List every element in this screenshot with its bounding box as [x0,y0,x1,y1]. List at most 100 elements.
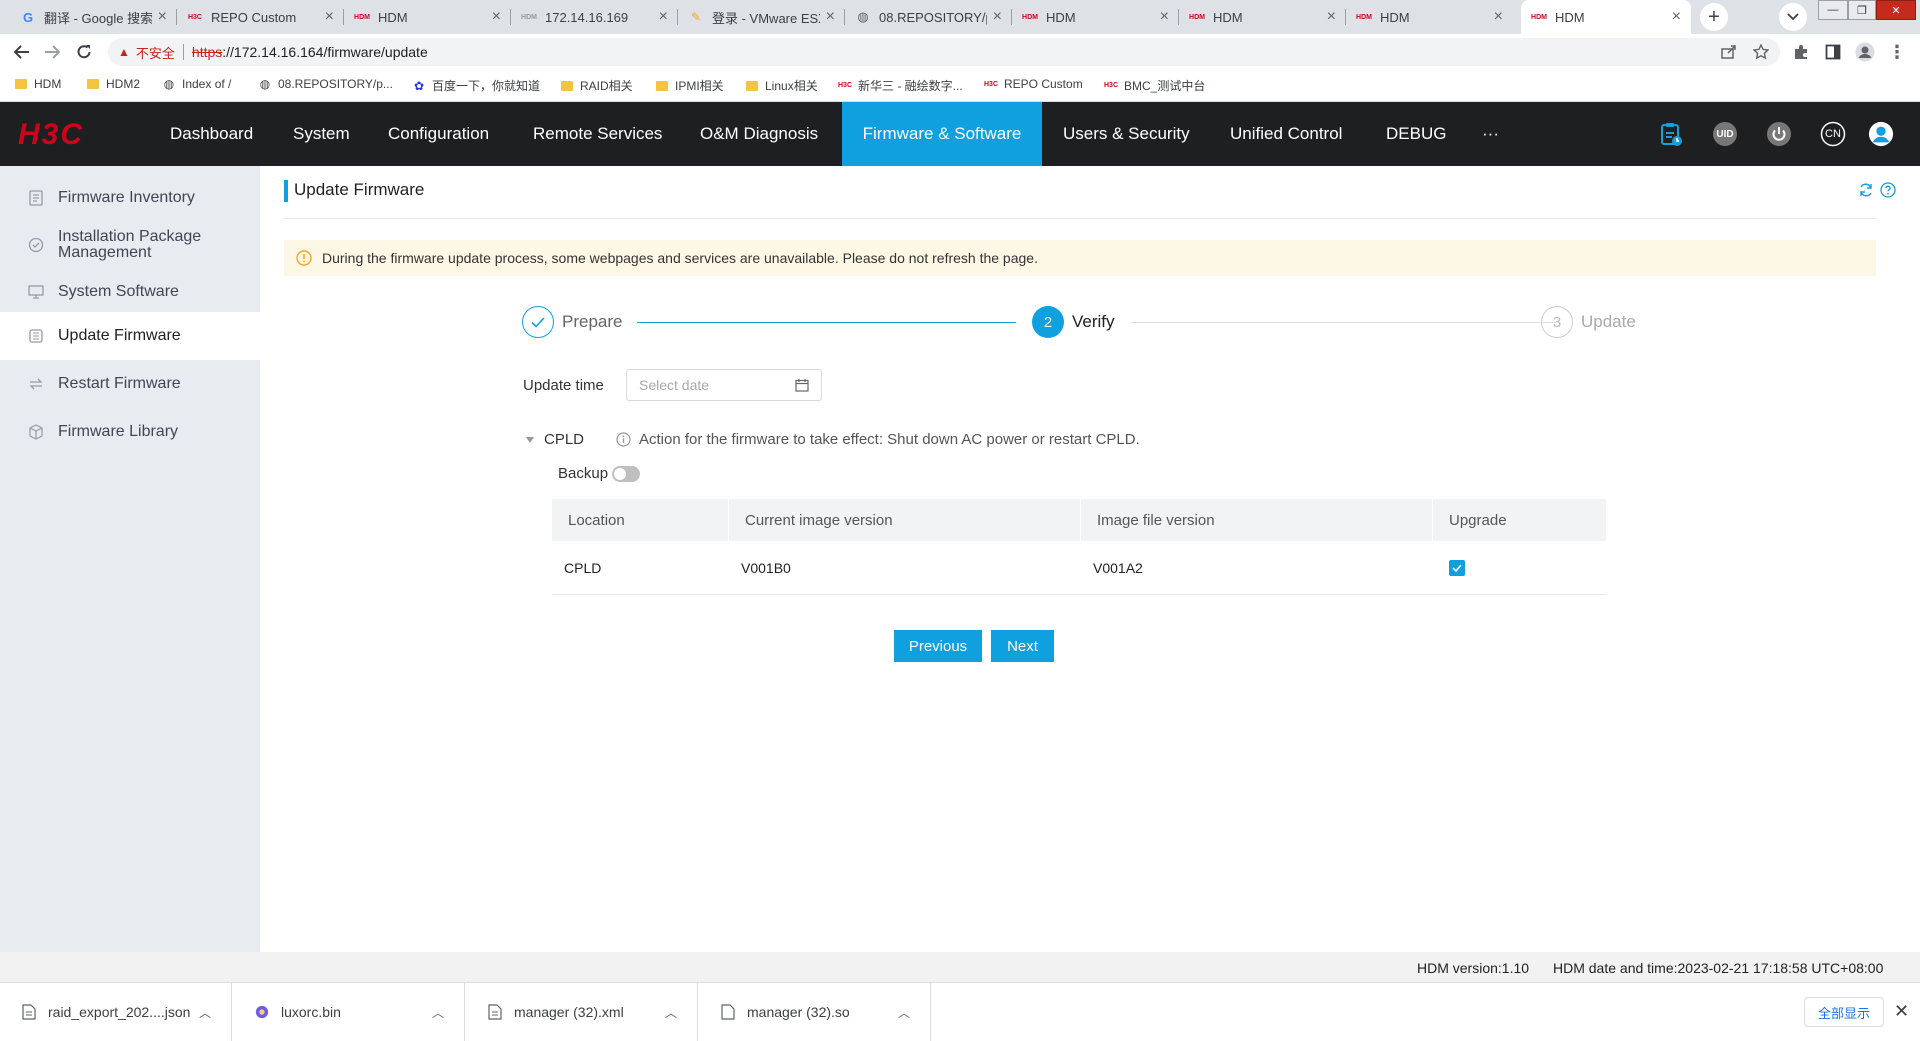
sidebar-item-firmware-inventory[interactable]: Firmware Inventory [0,178,260,218]
browser-tab[interactable]: ◍ 08.REPOSITORY/pro × [845,0,1012,34]
menu-remote-services[interactable]: Remote Services [513,102,682,166]
sidebar-item-system-software[interactable]: System Software [0,272,260,312]
browser-tab[interactable]: ✎ 登录 - VMware ESXi × [678,0,845,34]
sidebar-item-label: Installation Package Management [58,228,202,261]
show-all-downloads-button[interactable]: 全部显示 [1804,997,1884,1027]
bookmark-item[interactable]: RAID相关 [560,77,633,94]
bookmark-item[interactable]: H3C BMC_测试中台 [1104,77,1205,94]
bookmark-item[interactable]: IPMI相关 [655,77,724,94]
date-placeholder: Select date [639,377,710,393]
next-button[interactable]: Next [991,630,1054,662]
bookmark-item[interactable]: ✿ 百度一下，你就知道 [412,77,540,94]
minimize-window-button[interactable]: — [1818,0,1848,20]
close-tab-icon[interactable]: × [325,8,334,26]
browser-tab[interactable]: G 翻译 - Google 搜索 × [10,0,177,34]
profile-icon[interactable] [1854,41,1876,63]
menu-debug[interactable]: DEBUG [1366,102,1466,166]
close-tab-icon[interactable]: × [158,8,167,26]
sidebar-item-restart-firmware[interactable]: Restart Firmware [0,360,260,408]
close-tab-icon[interactable]: × [826,8,835,26]
help-icon[interactable] [1880,182,1896,198]
previous-button[interactable]: Previous [894,630,982,662]
browser-tab[interactable]: HDM HDM × [344,0,511,34]
language-button[interactable]: CN [1820,121,1846,147]
extensions-icon[interactable] [1790,41,1812,63]
date-picker-input[interactable]: Select date [626,369,822,401]
menu-unified-control[interactable]: Unified Control [1210,102,1362,166]
omnibox[interactable]: ▲ 不安全 https://172.14.16.164/firmware/upd… [108,38,1780,66]
close-tab-icon[interactable]: × [659,8,668,26]
close-tab-icon[interactable]: × [492,8,501,26]
bookmark-item[interactable]: H3C REPO Custom [984,77,1083,91]
close-downloads-icon[interactable]: ✕ [1894,1001,1909,1022]
upgrade-checkbox[interactable] [1449,559,1465,576]
bookmark-label: HDM2 [106,77,141,91]
side-panel-icon[interactable] [1822,41,1844,63]
step-connector-pending [1131,322,1556,323]
table-row: CPLD V001B0 V001A2 [552,541,1606,595]
user-avatar-icon[interactable] [1868,121,1894,147]
inventory-icon [28,190,44,206]
url-scheme: https [191,44,223,60]
menu-firmware-software[interactable]: Firmware & Software [842,102,1042,166]
share-icon[interactable] [1718,41,1740,63]
menu-om-diagnosis[interactable]: O&M Diagnosis [680,102,838,166]
menu-configuration[interactable]: Configuration [368,102,509,166]
bookmark-item[interactable]: H3C 新华三 - 融绘数字... [838,77,963,94]
browser-tab-active[interactable]: HDM HDM × [1521,0,1691,34]
uid-button[interactable]: UID [1712,121,1738,147]
download-name: manager (32).xml [514,1004,624,1020]
h3c-logo[interactable]: H3C [18,120,112,148]
close-tab-icon[interactable]: × [1672,8,1681,26]
browser-tab[interactable]: HDM HDM × [1179,0,1346,34]
download-item[interactable]: luxorc.bin ︿ [233,983,465,1041]
firmware-table: Location Current image version Image fil… [552,499,1606,595]
download-item[interactable]: manager (32).so ︿ [699,983,931,1041]
chevron-up-icon[interactable]: ︿ [432,1004,444,1021]
browser-tab[interactable]: HDM 172.14.16.169 × [511,0,678,34]
close-tab-icon[interactable]: × [1494,8,1503,26]
power-icon[interactable] [1766,121,1792,147]
browser-tab[interactable]: H3C REPO Custom × [177,0,344,34]
backup-toggle[interactable] [612,465,641,482]
chevron-up-icon[interactable]: ︿ [665,1004,677,1021]
back-button[interactable] [10,40,34,64]
reload-button[interactable] [72,40,96,64]
sidebar-item-firmware-library[interactable]: Firmware Library [0,408,260,456]
bookmark-item[interactable]: HDM2 [86,77,140,91]
close-tab-icon[interactable]: × [993,8,1002,26]
menu-system[interactable]: System [273,102,370,166]
bookmark-label: Linux相关 [765,79,818,93]
menu-dashboard[interactable]: Dashboard [150,102,273,166]
sidebar-item-update-firmware[interactable]: Update Firmware [0,312,260,360]
bookmark-star-icon[interactable] [1750,41,1772,63]
table-header: Location Current image version Image fil… [552,499,1606,541]
sidebar-item-installation-package[interactable]: Installation Package Management [0,218,260,272]
refresh-icon[interactable] [1858,182,1874,198]
task-clipboard-icon[interactable] [1658,121,1684,147]
forward-button[interactable] [40,40,64,64]
bookmark-item[interactable]: HDM [14,77,61,91]
globe-icon: ◍ [163,77,175,91]
browser-menu-icon[interactable]: ⋮ [1886,41,1908,63]
bookmark-item[interactable]: ◍ Index of / [162,77,232,91]
browser-tab[interactable]: HDM HDM × [1346,0,1513,34]
bookmark-item[interactable]: ◍ 08.REPOSITORY/p... [258,77,393,91]
bookmark-item[interactable]: Linux相关 [745,77,818,94]
close-tab-icon[interactable]: × [1160,8,1169,26]
close-window-button[interactable]: ✕ [1876,0,1916,20]
new-tab-button[interactable]: + [1700,3,1728,31]
menu-users-security[interactable]: Users & Security [1043,102,1210,166]
close-tab-icon[interactable]: × [1327,8,1336,26]
menu-more[interactable]: ··· [1462,102,1519,166]
browser-tab[interactable]: HDM HDM × [1012,0,1179,34]
download-item[interactable]: raid_export_202....json ︿ [0,983,232,1041]
chevron-up-icon[interactable]: ︿ [898,1004,910,1021]
tab-search-button[interactable] [1779,3,1807,31]
warning-icon: ▲ [118,45,130,59]
download-item[interactable]: manager (32).xml ︿ [466,983,698,1041]
maximize-window-button[interactable]: ❐ [1848,0,1876,20]
cpld-group-toggle[interactable]: CPLD [526,431,584,448]
column-header: Location [552,499,729,541]
chevron-up-icon[interactable]: ︿ [199,1004,211,1021]
